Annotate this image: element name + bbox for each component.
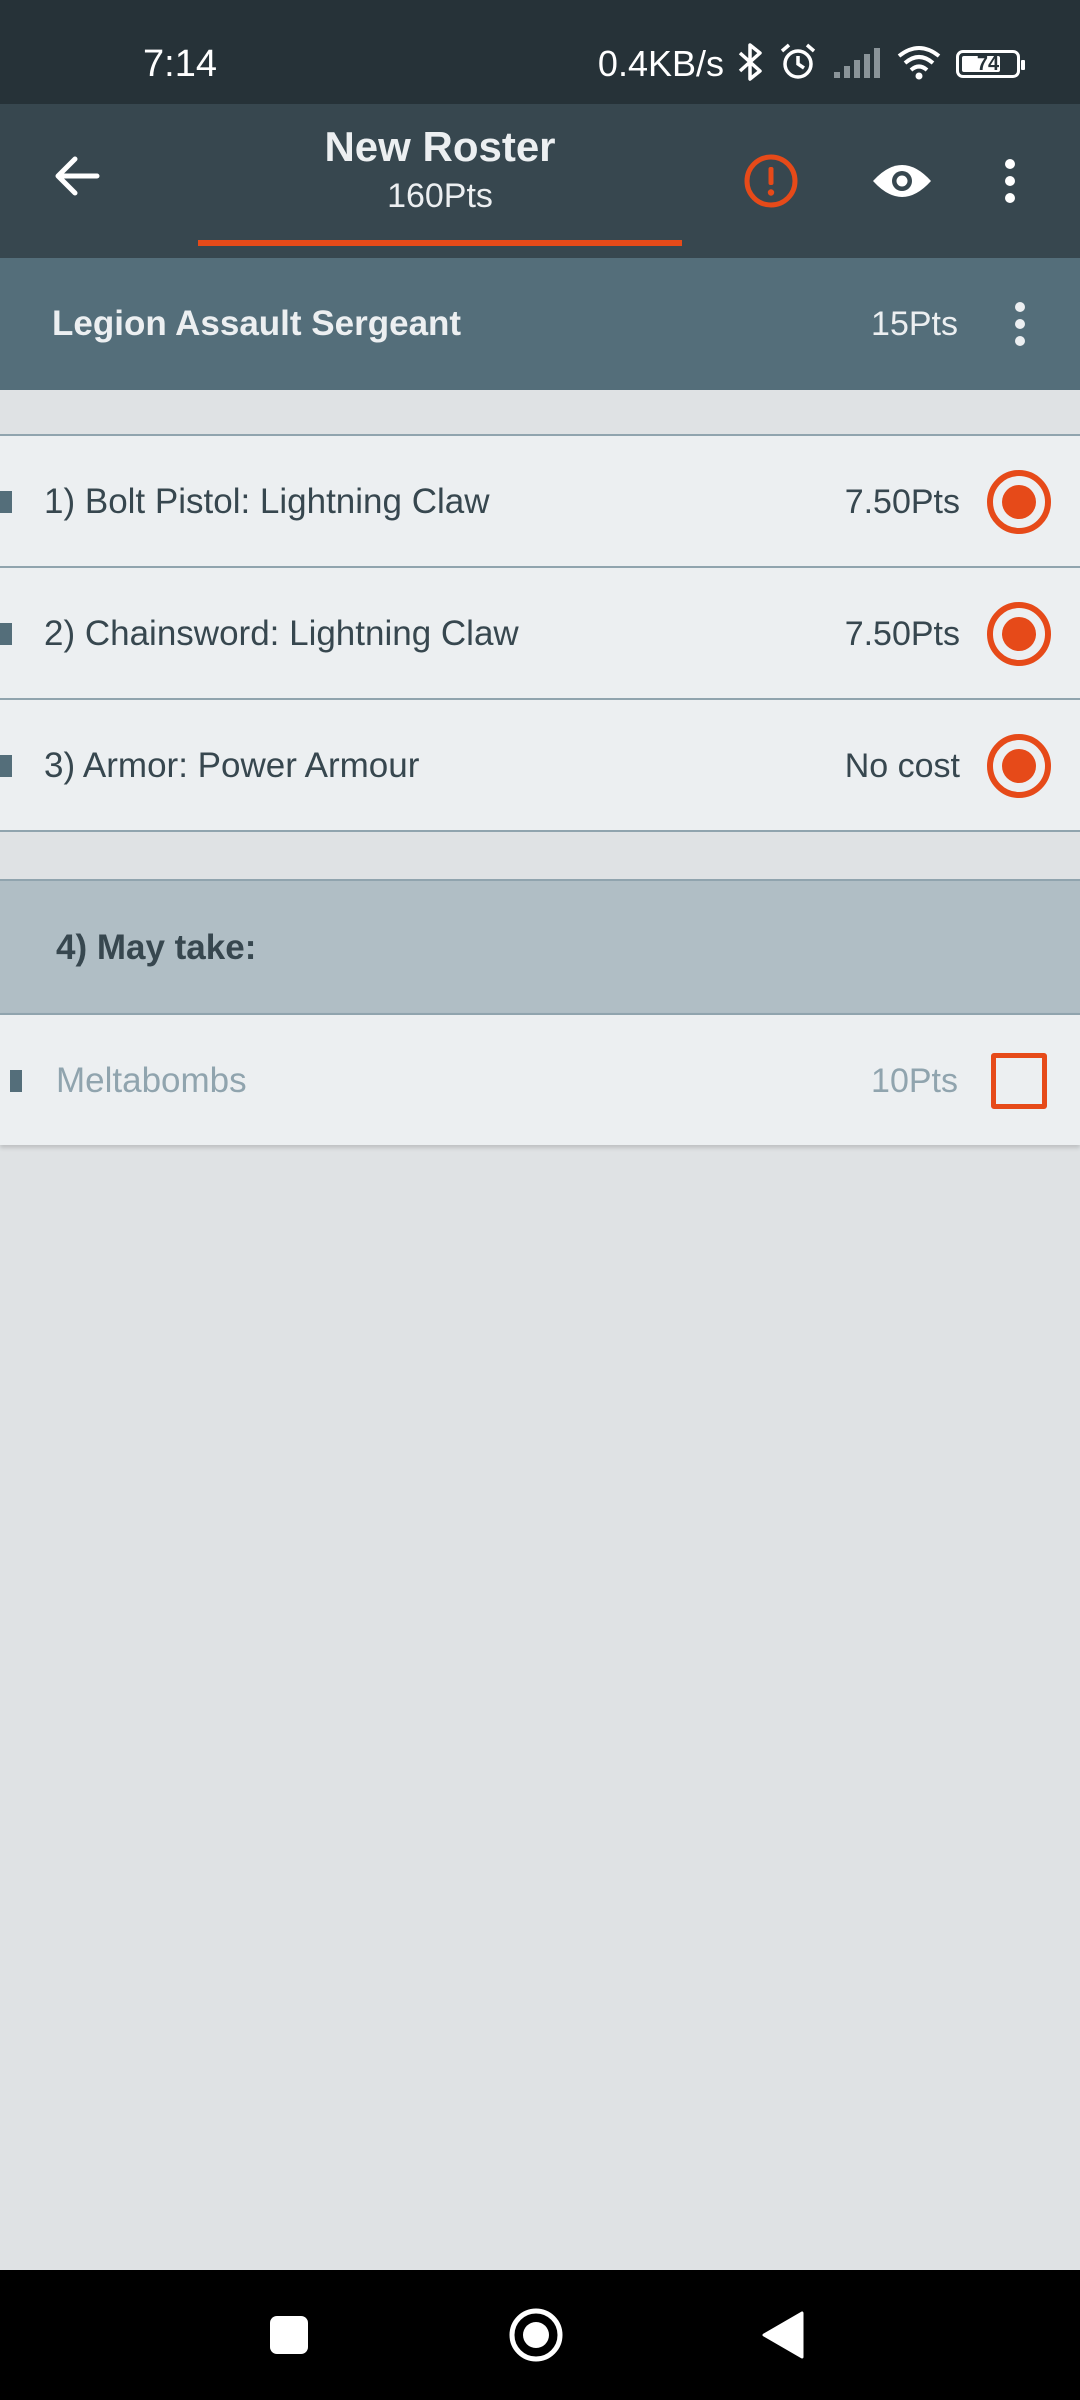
- page-title: New Roster: [324, 123, 556, 170]
- meltabombs-checkbox[interactable]: [991, 1053, 1047, 1109]
- option-row[interactable]: 1) Bolt Pistol: Lightning Claw 7.50Pts: [0, 434, 1080, 566]
- roster-points: 160Pts: [387, 177, 493, 215]
- system-nav-bar: [0, 2270, 1080, 2400]
- network-speed: 0.4KB/s: [597, 43, 724, 84]
- radio-dot: [1002, 749, 1036, 783]
- tab-indicator: [198, 240, 682, 246]
- option-label: 3) Armor: Power Armour: [44, 746, 420, 785]
- options-list: 1) Bolt Pistol: Lightning Claw 7.50Pts 2…: [0, 434, 1080, 832]
- unit-header[interactable]: Legion Assault Sergeant 15Pts: [0, 258, 1080, 390]
- bluetooth-icon: [738, 42, 764, 87]
- radio-selected[interactable]: [987, 734, 1051, 798]
- option-cost: 7.50Pts: [844, 483, 960, 521]
- option-label: 2) Chainsword: Lightning Claw: [44, 614, 519, 653]
- radio-dot: [1002, 617, 1036, 651]
- cellular-signal-icon: [832, 44, 882, 85]
- warning-icon: [744, 154, 798, 208]
- radio-dot: [1002, 485, 1036, 519]
- back-button[interactable]: [40, 139, 114, 213]
- more-vert-icon: [1015, 302, 1025, 346]
- option-label: 1) Bolt Pistol: Lightning Claw: [44, 482, 490, 521]
- option-row[interactable]: 2) Chainsword: Lightning Claw 7.50Pts: [0, 566, 1080, 698]
- group-title: 4) May take:: [56, 928, 257, 967]
- unit-name: Legion Assault Sergeant: [52, 304, 462, 343]
- row-marker: [0, 491, 12, 513]
- toolbar-more-button[interactable]: [980, 141, 1040, 221]
- option-cost: No cost: [844, 747, 960, 785]
- status-time: 7:14: [143, 43, 217, 85]
- group-header: 4) May take:: [0, 879, 1080, 1013]
- row-marker: [0, 623, 12, 645]
- home-icon: [509, 2308, 563, 2362]
- app-toolbar: New Roster 160Pts: [0, 104, 1080, 258]
- wifi-icon: [896, 44, 942, 85]
- battery-icon: 74: [956, 50, 1025, 78]
- unit-points: 15Pts: [871, 305, 958, 343]
- more-vert-icon: [1005, 159, 1015, 203]
- status-bar: 7:14 0.4KB/s 74: [0, 0, 1080, 104]
- view-button[interactable]: [862, 141, 942, 221]
- battery-level: 74: [976, 52, 1000, 75]
- row-marker: [10, 1070, 22, 1092]
- recents-button[interactable]: [254, 2300, 324, 2370]
- group-item-row[interactable]: Meltabombs 10Pts: [0, 1013, 1080, 1145]
- group-item-label: Meltabombs: [56, 1061, 247, 1100]
- unit-more-button[interactable]: [990, 284, 1050, 364]
- back-arrow-icon: [55, 156, 100, 196]
- option-cost: 7.50Pts: [844, 615, 960, 653]
- home-button[interactable]: [501, 2300, 571, 2370]
- may-take-group: 4) May take: Meltabombs 10Pts: [0, 879, 1080, 1145]
- eye-icon: [873, 165, 931, 197]
- alarm-icon: [778, 42, 818, 87]
- nav-back-button[interactable]: [748, 2300, 818, 2370]
- roster-title-tab[interactable]: New Roster 160Pts: [198, 104, 682, 258]
- option-row[interactable]: 3) Armor: Power Armour No cost: [0, 698, 1080, 832]
- row-marker: [0, 755, 12, 777]
- radio-selected[interactable]: [987, 470, 1051, 534]
- radio-selected[interactable]: [987, 602, 1051, 666]
- group-item-cost: 10Pts: [871, 1062, 958, 1100]
- recents-icon: [270, 2316, 308, 2354]
- status-icons: 0.4KB/s 74: [597, 42, 1025, 87]
- back-icon: [762, 2311, 804, 2359]
- warning-button[interactable]: [731, 141, 811, 221]
